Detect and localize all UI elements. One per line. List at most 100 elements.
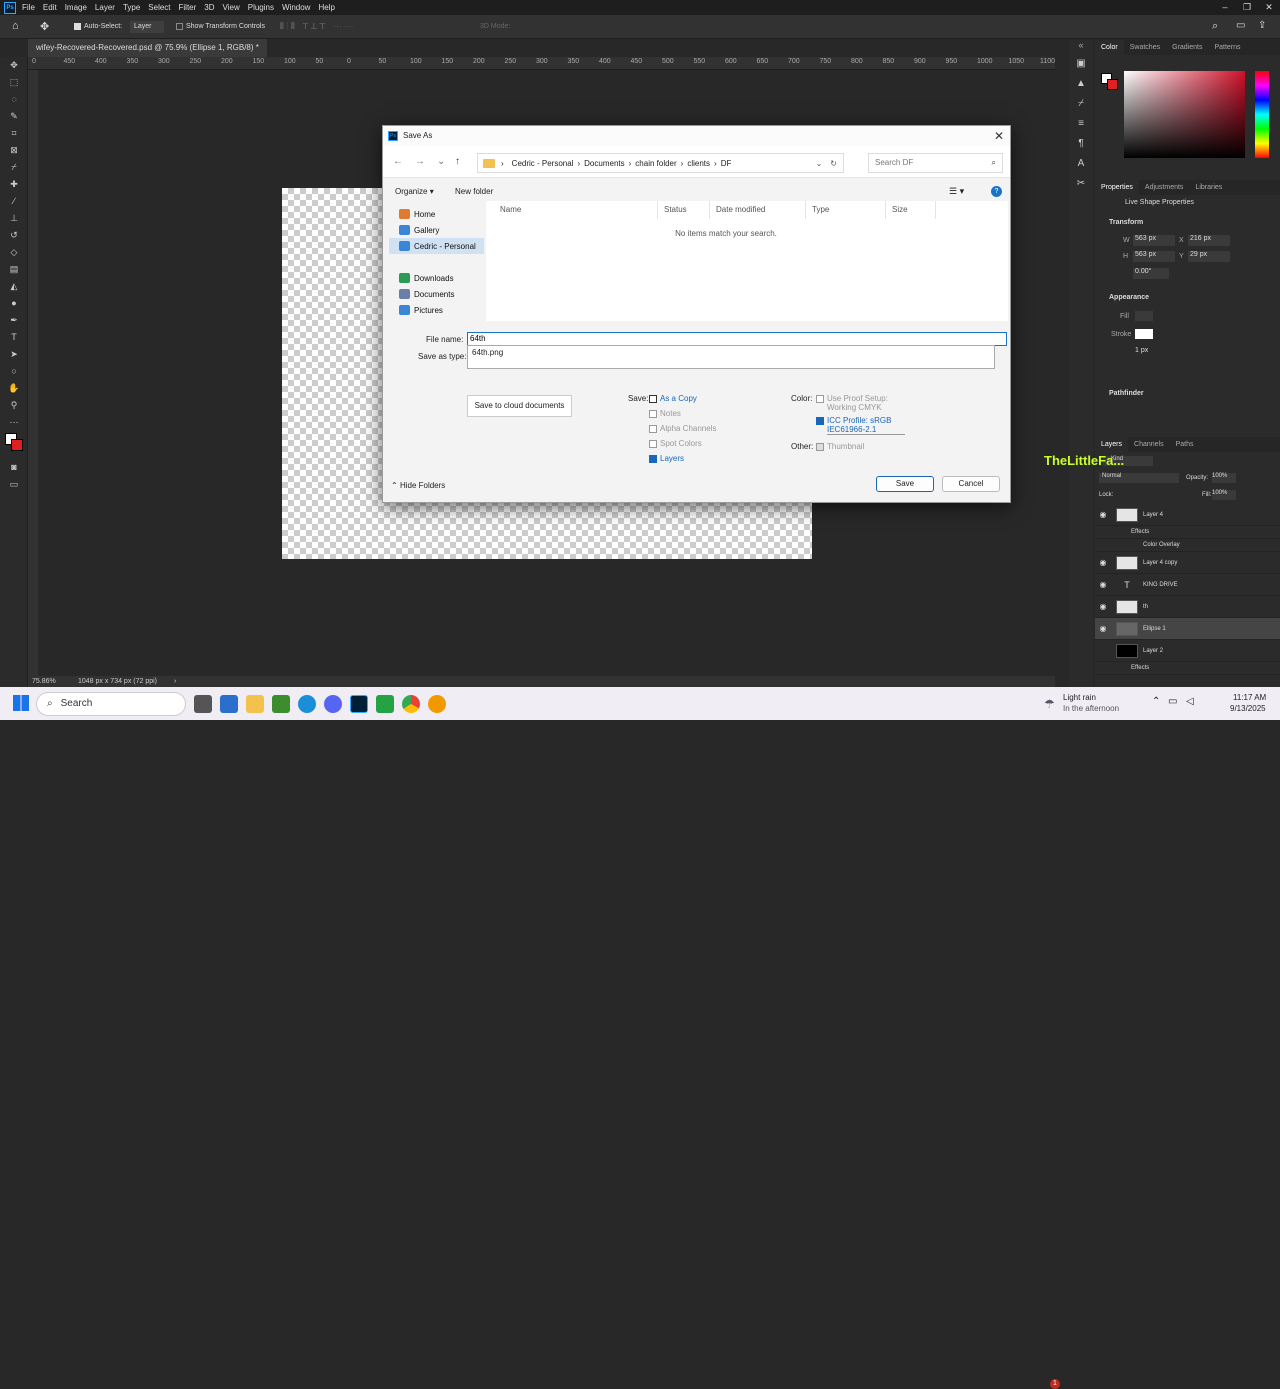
file-name-input[interactable]: 64th xyxy=(467,332,1007,346)
alpha-channels-checkbox[interactable]: Alpha Channels xyxy=(649,421,716,436)
chrome-icon[interactable] xyxy=(402,694,420,713)
breadcrumb-3[interactable]: clients xyxy=(687,159,710,168)
search-input[interactable]: Search DF ⌕ xyxy=(868,153,1003,173)
stroke-width[interactable]: 1 px xyxy=(1135,347,1148,354)
pen-tool-icon[interactable]: ✒ xyxy=(0,312,28,329)
task-view-icon[interactable] xyxy=(194,694,212,713)
collapse-icon[interactable]: « xyxy=(1069,40,1093,58)
history-brush-icon[interactable]: ↺ xyxy=(0,227,28,244)
nav-item-downloads[interactable]: Downloads xyxy=(389,270,484,286)
up-icon[interactable]: ↑ xyxy=(455,156,460,167)
minimize-icon[interactable]: – xyxy=(1214,0,1236,15)
history-icon[interactable]: ▣ xyxy=(1069,58,1093,78)
menu-3d[interactable]: 3D xyxy=(204,3,214,12)
column-date-modified[interactable]: Date modified xyxy=(710,201,806,219)
move-tool-icon[interactable]: ✥ xyxy=(0,57,28,74)
adjust-icon[interactable]: ≡ xyxy=(1069,118,1093,138)
cancel-button[interactable]: Cancel xyxy=(942,476,1000,492)
blur-tool-icon[interactable]: ◭ xyxy=(0,278,28,295)
autocomplete-option[interactable]: 64th.png xyxy=(472,348,503,357)
background-color-swatch[interactable] xyxy=(11,439,23,451)
path-select-icon[interactable]: ➤ xyxy=(0,346,28,363)
notes-checkbox[interactable]: Notes xyxy=(649,406,716,421)
column-status[interactable]: Status xyxy=(658,201,710,219)
nav-item-home[interactable]: Home xyxy=(389,206,484,222)
column-type[interactable]: Type xyxy=(806,201,886,219)
tab-color[interactable]: Color xyxy=(1095,40,1124,55)
help-icon[interactable]: ? xyxy=(991,186,1002,197)
crop-tool-icon[interactable]: ⌗ xyxy=(0,125,28,142)
forward-icon[interactable]: → xyxy=(415,156,425,167)
eye-icon[interactable]: ◉ xyxy=(1095,510,1111,519)
tray-chevron-icon[interactable]: ⌃ xyxy=(1152,696,1160,707)
restore-icon[interactable]: ❐ xyxy=(1236,0,1258,15)
app-icon[interactable] xyxy=(376,694,394,713)
address-bar[interactable]: › Cedric - Personal › Documents › chain fo… xyxy=(477,153,844,173)
stroke-swatch[interactable] xyxy=(1135,329,1153,339)
transform-section[interactable]: Transform xyxy=(1109,219,1143,226)
eye-icon[interactable]: ◉ xyxy=(1095,580,1111,589)
type-tool-icon[interactable]: T xyxy=(0,329,28,346)
edge-icon[interactable] xyxy=(298,694,316,713)
document-tab[interactable]: wifey-Recovered-Recovered.psd @ 75.9% (E… xyxy=(28,39,267,57)
tab-paths[interactable]: Paths xyxy=(1170,437,1200,452)
menu-filter[interactable]: Filter xyxy=(179,3,197,12)
teams-icon[interactable] xyxy=(220,694,238,713)
layer-row[interactable]: ◉ th xyxy=(1095,596,1280,618)
pathfinder-section[interactable]: Pathfinder xyxy=(1109,390,1144,397)
nav-item-documents[interactable]: Documents xyxy=(389,286,484,302)
brush-tool-icon[interactable]: ∕ xyxy=(0,193,28,210)
back-icon[interactable]: ← xyxy=(393,156,403,167)
save-to-cloud-button[interactable]: Save to cloud documents xyxy=(467,395,572,417)
view-options-icon[interactable]: ☰ ▾ xyxy=(949,186,964,197)
fill-swatch[interactable] xyxy=(1135,311,1153,321)
zoom-tool-icon[interactable]: ⚲ xyxy=(0,397,28,414)
breadcrumb-2[interactable]: chain folder xyxy=(635,159,676,168)
y-field[interactable]: 29 px xyxy=(1188,251,1230,262)
quick-mask-icon[interactable]: ◙ xyxy=(0,459,28,476)
dodge-tool-icon[interactable]: ● xyxy=(0,295,28,312)
marquee-tool-icon[interactable]: ⬚ xyxy=(0,74,28,91)
weather-text[interactable]: Light rain xyxy=(1063,693,1096,702)
layer-row[interactable]: ◉ Layer 4 xyxy=(1095,504,1280,526)
nvidia-icon[interactable] xyxy=(272,694,290,713)
eye-icon[interactable]: ◉ xyxy=(1095,558,1111,567)
as-a-copy-checkbox[interactable]: As a Copy xyxy=(649,391,716,406)
status-arrow-icon[interactable]: › xyxy=(174,676,176,687)
menu-plugins[interactable]: Plugins xyxy=(248,3,274,12)
layer-effects-row[interactable]: Effects xyxy=(1095,526,1280,539)
menu-image[interactable]: Image xyxy=(65,3,87,12)
paragraph-icon[interactable]: ¶ xyxy=(1069,138,1093,158)
tab-libraries[interactable]: Libraries xyxy=(1189,180,1228,195)
transform-checkbox[interactable] xyxy=(176,23,183,30)
breadcrumb-4[interactable]: DF xyxy=(721,159,732,168)
volume-icon[interactable]: ◁ xyxy=(1186,696,1194,707)
menu-type[interactable]: Type xyxy=(123,3,140,12)
layer-effect-row[interactable]: Color Overlay xyxy=(1095,539,1280,552)
clock-time[interactable]: 11:17 AM xyxy=(1233,693,1266,702)
angle-field[interactable]: 0.00° xyxy=(1133,268,1169,279)
layer-row-selected[interactable]: ◉ Ellipse 1 xyxy=(1095,618,1280,640)
tab-swatches[interactable]: Swatches xyxy=(1124,40,1166,55)
column-size[interactable]: Size xyxy=(886,201,936,219)
close-icon[interactable]: ✕ xyxy=(1258,0,1280,15)
quick-select-icon[interactable]: ✎ xyxy=(0,108,28,125)
tab-properties[interactable]: Properties xyxy=(1095,180,1139,195)
color-bg-swatch[interactable] xyxy=(1107,79,1118,90)
appearance-section[interactable]: Appearance xyxy=(1109,294,1149,301)
tab-gradients[interactable]: Gradients xyxy=(1166,40,1208,55)
photoshop-taskbar-icon[interactable] xyxy=(350,694,368,713)
file-explorer-icon[interactable] xyxy=(246,694,264,713)
screen-mode-icon[interactable]: ▭ xyxy=(0,476,28,493)
eyedropper-icon[interactable]: ⌿ xyxy=(0,159,28,176)
eye-icon[interactable]: ◉ xyxy=(1095,602,1111,611)
share-icon[interactable]: ⇪ xyxy=(1258,20,1266,31)
shape-tool-icon[interactable]: ○ xyxy=(0,363,28,380)
network-icon[interactable]: ▭ xyxy=(1168,696,1177,707)
spot-colors-checkbox[interactable]: Spot Colors xyxy=(649,436,716,451)
eraser-tool-icon[interactable]: ◇ xyxy=(0,244,28,261)
layers-checkbox[interactable]: Layers xyxy=(649,451,716,466)
tab-layers[interactable]: Layers xyxy=(1095,437,1129,452)
height-field[interactable]: 563 px xyxy=(1133,251,1175,262)
nav-item-gallery[interactable]: Gallery xyxy=(389,222,484,238)
